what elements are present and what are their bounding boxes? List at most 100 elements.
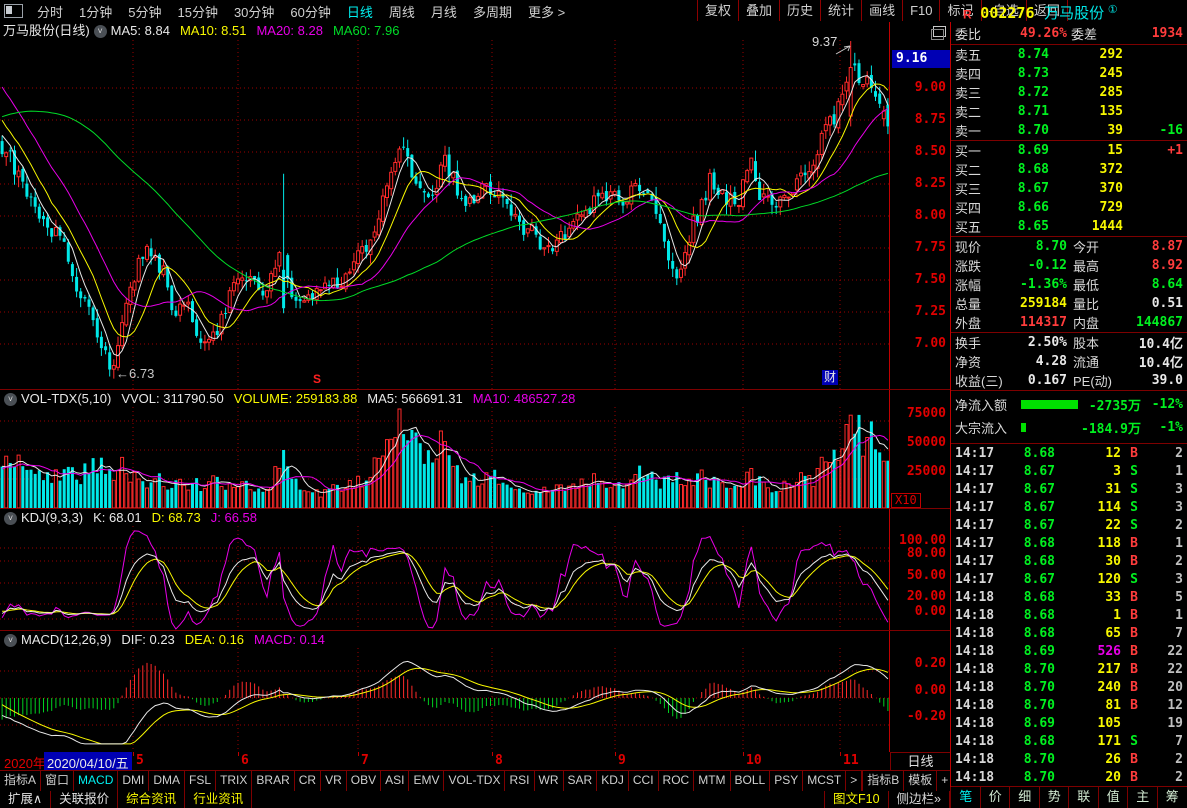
- indicator-button[interactable]: CCI: [628, 771, 659, 791]
- tick-tab-价[interactable]: 价: [980, 787, 1011, 808]
- period-tab[interactable]: 周线: [381, 5, 423, 20]
- tick-time: 14:17: [955, 518, 999, 533]
- tick-tab-主[interactable]: 主: [1127, 787, 1158, 808]
- period-tab[interactable]: 月线: [423, 5, 465, 20]
- toolbar-button[interactable]: F10: [902, 0, 940, 21]
- indicator-group-button[interactable]: 指标A: [0, 771, 41, 791]
- bottom-tab[interactable]: 扩展∧: [0, 791, 51, 808]
- tick-time: 14:17: [955, 500, 999, 515]
- tick-tab-势[interactable]: 势: [1039, 787, 1070, 808]
- indicator-button[interactable]: BRAR: [251, 771, 294, 791]
- indicator-button[interactable]: SAR: [563, 771, 598, 791]
- indicator-button[interactable]: RSI: [504, 771, 534, 791]
- tick-direction: B: [1121, 698, 1147, 713]
- indicator-button[interactable]: ROC: [658, 771, 695, 791]
- indicator-button[interactable]: ASI: [380, 771, 409, 791]
- indicator-button[interactable]: OBV: [346, 771, 381, 791]
- toolbar-button[interactable]: 画线: [861, 0, 903, 21]
- maximize-icon[interactable]: [933, 26, 946, 37]
- template-button[interactable]: 模板: [903, 771, 937, 791]
- tick-time: 14:17: [955, 482, 999, 497]
- tick-tab-细[interactable]: 细: [1009, 787, 1040, 808]
- indicator-button[interactable]: VR: [320, 771, 347, 791]
- ask-queue: 卖五8.74292卖四8.73245卖三8.72285卖二8.71135卖一8.…: [951, 45, 1187, 141]
- period-tab[interactable]: 多周期: [465, 5, 520, 20]
- tick-row: 14:178.6731S3: [951, 480, 1187, 498]
- indicator-group-button[interactable]: 窗口: [40, 771, 74, 791]
- tick-tab-筹[interactable]: 筹: [1157, 787, 1187, 808]
- tick-row: 14:178.6812B2: [951, 444, 1187, 462]
- bottom-tabs: 扩展∧关联报价综合资讯行业资讯: [0, 791, 252, 808]
- tick-tab-笔[interactable]: 笔: [950, 787, 981, 808]
- indicator-button[interactable]: DMA: [148, 771, 185, 791]
- volume-value-labels: VOL-TDX(5,10)VVOL: 311790.50VOLUME: 2591…: [21, 391, 585, 406]
- chevron-down-icon[interactable]: ˅: [4, 634, 17, 647]
- tick-direction: B: [1121, 644, 1147, 659]
- period-tab[interactable]: 更多 >: [520, 5, 573, 20]
- period-tab[interactable]: 15分钟: [169, 5, 225, 20]
- period-tab[interactable]: 分时: [29, 5, 71, 20]
- indicator-button[interactable]: TRIX: [215, 771, 252, 791]
- tick-time: 14:17: [955, 464, 999, 479]
- info-label: 涨跌: [955, 256, 1001, 275]
- bottom-tab[interactable]: 行业资讯: [184, 791, 252, 808]
- period-tab[interactable]: 5分钟: [120, 5, 169, 20]
- chevron-down-icon[interactable]: ˅: [94, 25, 107, 38]
- period-tab[interactable]: 30分钟: [226, 5, 282, 20]
- toolbar-button[interactable]: 历史: [779, 0, 821, 21]
- ask-label: 卖一: [955, 121, 993, 140]
- period-tab[interactable]: 1分钟: [71, 5, 120, 20]
- indicator-button[interactable]: WR: [534, 771, 564, 791]
- financial-report-marker[interactable]: 财: [822, 370, 838, 385]
- chevron-down-icon[interactable]: ˅: [4, 393, 17, 406]
- tick-row: 14:178.67114S3: [951, 498, 1187, 516]
- period-box[interactable]: 日线: [890, 752, 951, 771]
- window-icon[interactable]: [4, 4, 23, 18]
- toolbar-button[interactable]: 统计: [820, 0, 862, 21]
- indicator-button[interactable]: FSL: [184, 771, 216, 791]
- info-value: 2.50%: [1001, 335, 1067, 350]
- indicator-value-label: MA10: 8.51: [180, 23, 247, 38]
- indicator-button[interactable]: VOL-TDX: [443, 771, 505, 791]
- chevron-down-icon[interactable]: ˅: [4, 512, 17, 525]
- tick-count: 19: [1147, 716, 1183, 731]
- tick-row: 14:188.7020B2: [951, 768, 1187, 786]
- indicator-button[interactable]: >: [845, 771, 862, 791]
- indicator-button[interactable]: MTM: [693, 771, 730, 791]
- indicator-button[interactable]: EMV: [408, 771, 444, 791]
- candlestick-plot[interactable]: [0, 40, 890, 389]
- period-tab[interactable]: 60分钟: [282, 5, 338, 20]
- indicator-button[interactable]: MCST: [802, 771, 846, 791]
- indicator-button[interactable]: KDJ: [596, 771, 629, 791]
- axis-tick-label: 7.25: [915, 305, 946, 319]
- tick-tab-联[interactable]: 联: [1068, 787, 1099, 808]
- sidebar-toggle-button[interactable]: 侧边栏»: [888, 791, 950, 808]
- kdj-plot[interactable]: [0, 526, 890, 630]
- indicator-button[interactable]: DMI: [117, 771, 149, 791]
- indicator-button[interactable]: MACD: [73, 771, 118, 791]
- tick-direction: B: [1121, 680, 1147, 695]
- bottom-tab[interactable]: 综合资讯: [117, 791, 185, 808]
- indicator-button[interactable]: PSY: [769, 771, 803, 791]
- indicator-button[interactable]: CR: [294, 771, 321, 791]
- tick-tab-值[interactable]: 值: [1098, 787, 1129, 808]
- axis-tick-label: -0.20: [907, 710, 946, 724]
- toolbar-button[interactable]: 复权: [697, 0, 739, 21]
- tick-time: 14:18: [955, 662, 999, 677]
- bid-volume: 15: [1049, 143, 1123, 158]
- toolbar-button[interactable]: 叠加: [738, 0, 780, 21]
- volume-plot[interactable]: [0, 407, 890, 508]
- tick-price: 8.67: [999, 572, 1055, 587]
- ex-dividend-marker[interactable]: S: [313, 372, 321, 386]
- tick-volume: 120: [1055, 572, 1121, 587]
- period-tab[interactable]: 日线: [339, 5, 381, 20]
- f10-button[interactable]: 图文F10: [824, 791, 889, 808]
- axis-tick-label: 50.00: [907, 569, 946, 583]
- tick-count: 1: [1147, 464, 1183, 479]
- ask-row: 卖一8.7039-16: [951, 121, 1187, 140]
- bottom-tab[interactable]: 关联报价: [50, 791, 118, 808]
- bid-row: 买三8.67370: [951, 179, 1187, 198]
- macd-plot[interactable]: [0, 648, 890, 752]
- indicator-group-button[interactable]: 指标B: [862, 771, 904, 791]
- indicator-button[interactable]: BOLL: [730, 771, 771, 791]
